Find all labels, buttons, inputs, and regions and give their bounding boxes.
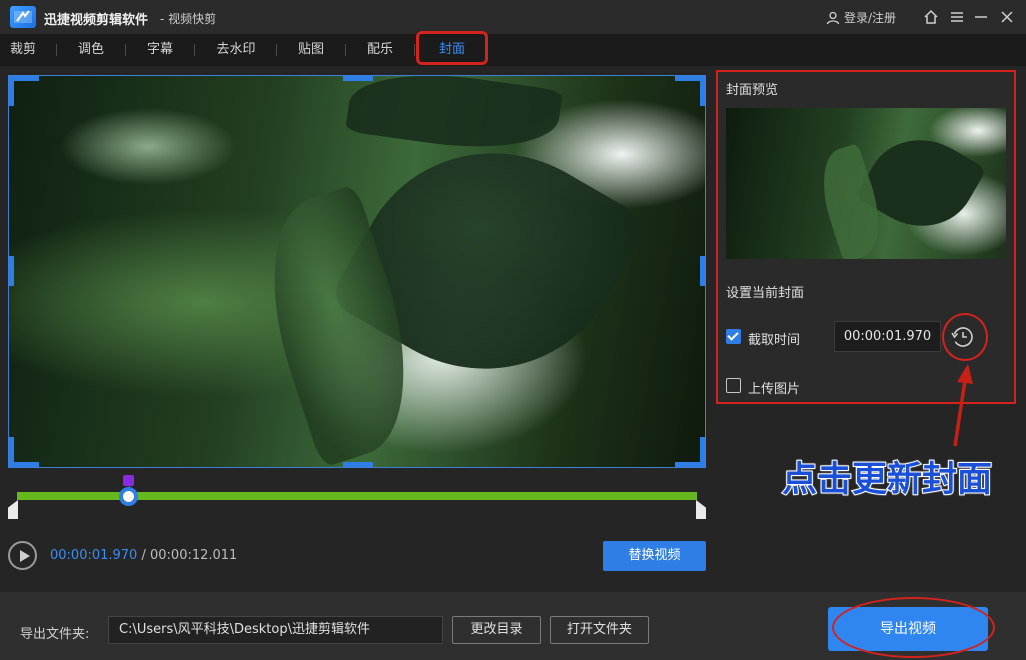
crop-corner[interactable] [700,76,705,106]
crop-corner[interactable] [9,76,14,106]
tab-subtitle[interactable]: 字幕 [135,34,185,66]
app-window: 迅捷视频剪辑软件 - 视频快剪 登录/注册 裁剪 调色 字幕 去水印 贴图 配乐… [0,0,1026,660]
tab-remove-watermark[interactable]: 去水印 [204,34,268,66]
tab-divider [414,44,415,56]
crop-corner[interactable] [700,437,705,467]
app-title: 迅捷视频剪辑软件 [44,13,149,28]
cover-tab-highlight-box [416,31,488,65]
video-preview[interactable] [8,75,706,468]
crop-edge-handle[interactable] [700,256,705,286]
tab-divider [125,44,126,56]
menu-icon[interactable] [948,8,966,26]
app-subtitle: - 视频快剪 [160,12,217,26]
minimize-icon[interactable] [972,8,990,26]
total-time: 00:00:12.011 [150,548,238,563]
login-link[interactable]: 登录/注册 [826,9,896,26]
cover-preview-title: 封面预览 [726,83,779,98]
tab-bar: 裁剪 调色 字幕 去水印 贴图 配乐 封面 [0,34,1026,66]
tab-crop[interactable]: 裁剪 [0,34,46,66]
annotation-text: 点击更新封面 [781,459,993,501]
tab-sticker[interactable]: 贴图 [286,34,336,66]
close-icon[interactable] [998,8,1016,26]
export-folder-label: 导出文件夹: [20,627,90,642]
playhead-knob[interactable] [119,487,139,506]
replace-video-button[interactable]: 替换视频 [603,541,706,571]
open-folder-button[interactable]: 打开文件夹 [550,616,649,644]
title-bar: 迅捷视频剪辑软件 - 视频快剪 登录/注册 [0,0,1026,34]
tab-music[interactable]: 配乐 [355,34,405,66]
app-logo-icon [10,6,36,28]
set-cover-title: 设置当前封面 [726,286,805,301]
crop-edge-handle[interactable] [9,256,14,286]
home-icon[interactable] [922,8,940,26]
trim-end-handle[interactable] [696,500,706,519]
login-label: 登录/注册 [844,11,897,25]
crop-edge-handle[interactable] [343,76,373,81]
tab-divider [194,44,195,56]
current-time: 00:00:01.970 [50,548,138,563]
upload-image-label: 上传图片 [748,382,801,397]
export-path-field[interactable]: C:\Users\风平科技\Desktop\迅捷剪辑软件 [108,616,443,644]
tab-divider [56,44,57,56]
export-highlight-circle [832,597,995,658]
trim-start-handle[interactable] [8,500,18,519]
change-directory-button[interactable]: 更改目录 [452,616,541,644]
play-button[interactable] [8,541,37,570]
crop-corner[interactable] [9,437,14,467]
time-separator: / [137,548,150,563]
user-icon [826,11,840,24]
refresh-highlight-circle [942,313,988,361]
time-readout: 00:00:01.970 / 00:00:12.011 [50,548,237,563]
capture-time-checkbox[interactable] [726,329,741,344]
capture-time-input[interactable]: 00:00:01.970 [834,321,941,352]
crop-edge-handle[interactable] [343,462,373,467]
upload-image-checkbox[interactable] [726,378,741,393]
tab-color[interactable]: 调色 [66,34,116,66]
cover-preview-image [726,108,1006,259]
tab-divider [345,44,346,56]
tab-divider [276,44,277,56]
capture-time-label: 截取时间 [748,333,801,348]
cover-panel: 封面预览 设置当前封面 截取时间 00:00:01.970 上传图片 [716,70,1016,404]
annotation-arrow [953,364,973,447]
